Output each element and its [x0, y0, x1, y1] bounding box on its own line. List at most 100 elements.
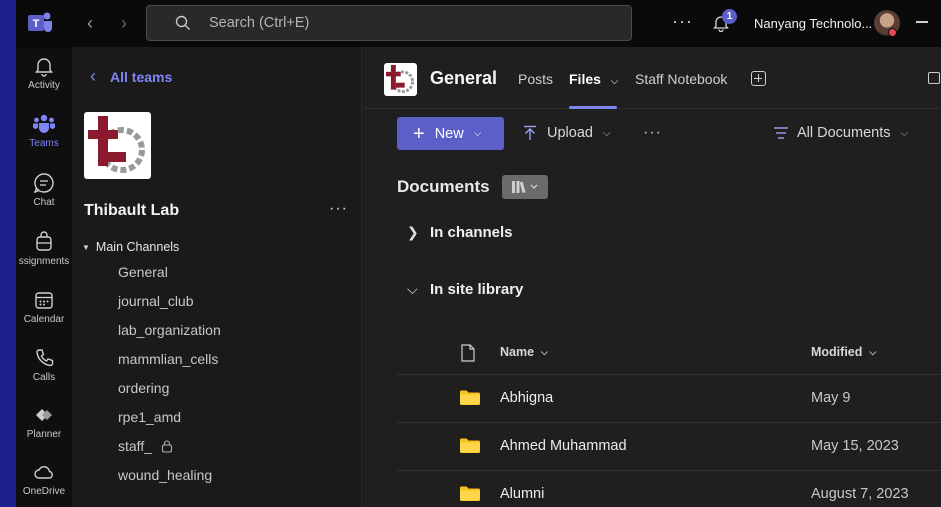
rail-label: Calls — [32, 372, 56, 383]
tab-files[interactable]: Files ⌵ — [569, 71, 618, 87]
file-name: Ahmed Muhammad — [500, 438, 627, 454]
toolbar-more-icon[interactable]: ··· — [643, 124, 662, 142]
rail-label: OneDrive — [22, 486, 66, 497]
view-selector-label: All Documents — [797, 125, 891, 141]
plus-icon: + — [413, 122, 425, 145]
rail-item-teams[interactable]: Teams — [16, 113, 72, 171]
channel-group-label: Main Channels — [95, 240, 180, 254]
search-input[interactable]: Search (Ctrl+E) — [146, 5, 632, 41]
view-selector[interactable]: All Documents ⌵ — [773, 125, 908, 141]
folder-icon — [460, 390, 480, 405]
channel-item-staff[interactable]: staff_ — [118, 438, 173, 454]
presence-status-icon — [888, 28, 897, 37]
channel-label: General — [118, 264, 168, 280]
library-icon — [512, 181, 538, 194]
chevron-down-icon: ⌵ — [602, 127, 611, 139]
all-teams-label: All teams — [110, 68, 173, 85]
section-label: In channels — [430, 224, 513, 241]
team-name[interactable]: Thibault Lab — [84, 202, 179, 220]
upload-icon — [524, 125, 536, 140]
rail-item-onedrive[interactable]: OneDrive — [16, 461, 72, 507]
channel-item-rpe1-amd[interactable]: rpe1_amd — [118, 409, 181, 425]
channel-label: staff_ — [118, 438, 152, 454]
channel-label: wound_healing — [118, 467, 213, 483]
upload-button-label: Upload — [547, 125, 593, 141]
tab-posts[interactable]: Posts — [518, 71, 553, 87]
rail-label: Chat — [33, 197, 55, 208]
upload-button[interactable]: Upload ⌵ — [523, 125, 611, 141]
rail-item-chat[interactable]: Chat — [16, 172, 72, 230]
phone-icon — [36, 349, 54, 367]
new-button-label: New — [434, 125, 464, 142]
file-name: Abhigna — [500, 390, 554, 406]
chevron-right-icon: ❯ — [407, 224, 419, 240]
add-tab-icon[interactable] — [751, 71, 766, 86]
search-placeholder: Search (Ctrl+E) — [209, 15, 310, 31]
channel-item-mammlian-cells[interactable]: mammlian_cells — [118, 351, 218, 367]
title-bar: T ‹ › Search (Ctrl+E) ··· 1 Nanyang Tech… — [16, 0, 941, 47]
org-name[interactable]: Nanyang Technolo... — [754, 16, 872, 31]
column-label: Name — [500, 345, 535, 359]
calendar-icon — [35, 292, 53, 309]
search-icon — [175, 15, 190, 30]
channel-item-wound-healing[interactable]: wound_healing — [118, 467, 212, 483]
rail-item-calls[interactable]: Calls — [16, 347, 72, 405]
chevron-down-icon: ⌵ — [610, 76, 619, 87]
channel-label: lab_organization — [118, 322, 221, 338]
table-row[interactable]: Abhigna May 9 — [397, 375, 941, 422]
file-modified: August 7, 2023 — [811, 486, 909, 502]
meet-icon[interactable] — [928, 72, 940, 84]
rail-item-assignments[interactable]: ssignments — [16, 231, 72, 289]
rail-item-planner[interactable]: Planner — [16, 404, 72, 462]
channel-item-general[interactable]: General — [118, 264, 168, 280]
rail-item-calendar[interactable]: Calendar — [16, 289, 72, 347]
channel-group-header[interactable]: ▼ Main Channels — [82, 240, 179, 254]
rail-label: ssignments — [18, 256, 70, 267]
chevron-down-icon: ⌵ — [900, 127, 909, 139]
channel-item-journal-club[interactable]: journal_club — [118, 293, 194, 309]
rail-label: Calendar — [23, 314, 65, 325]
file-type-icon — [461, 344, 475, 362]
rail-item-activity[interactable]: Activity — [16, 55, 72, 113]
teams-icon — [33, 114, 55, 133]
channel-label: journal_club — [118, 293, 194, 309]
library-switcher[interactable] — [502, 175, 548, 199]
forward-arrow-icon[interactable]: › — [114, 13, 134, 33]
channel-item-ordering[interactable]: ordering — [118, 380, 169, 396]
active-tab-indicator — [569, 106, 617, 109]
planner-icon — [36, 409, 52, 421]
list-view-icon — [774, 127, 788, 139]
file-name: Alumni — [500, 486, 545, 502]
minimize-icon[interactable] — [916, 21, 928, 23]
folder-icon — [460, 486, 480, 501]
column-header-modified[interactable]: Modified ⌵ — [811, 345, 876, 359]
files-toolbar: + New ⌵ Upload ⌵ ··· All Documents ⌵ — [363, 117, 941, 153]
table-row[interactable]: Alumni August 7, 2023 — [397, 471, 941, 507]
team-more-options-icon[interactable]: ··· — [329, 200, 348, 218]
team-logo — [84, 112, 151, 179]
app-rail: Activity Teams Chat ssignments Calendar … — [16, 47, 72, 507]
section-in-channels[interactable]: ❯ In channels — [407, 224, 513, 241]
channel-label: ordering — [118, 380, 170, 396]
more-options-icon[interactable]: ··· — [672, 11, 693, 32]
teams-logo-icon: T — [28, 12, 52, 32]
section-in-site-library[interactable]: ⌵ In site library — [407, 281, 523, 298]
column-header-name[interactable]: Name ⌵ — [500, 345, 548, 359]
back-arrow-icon[interactable]: ‹ — [80, 13, 100, 33]
tab-staff-notebook[interactable]: Staff Notebook — [635, 71, 727, 87]
notification-badge: 1 — [722, 9, 737, 24]
documents-title: Documents — [397, 177, 490, 196]
channel-logo — [384, 63, 417, 96]
cloud-icon — [34, 466, 53, 479]
file-modified: May 9 — [811, 390, 851, 406]
new-button[interactable]: + New ⌵ — [397, 117, 504, 150]
bell-icon — [34, 58, 54, 77]
table-row[interactable]: Ahmed Muhammad May 15, 2023 — [397, 423, 941, 470]
section-label: In site library — [430, 281, 524, 298]
main-content: General Posts Files ⌵ Staff Notebook + N… — [363, 47, 941, 507]
chevron-left-icon: ‹ — [90, 66, 96, 86]
all-teams-link[interactable]: ‹ All teams — [90, 66, 172, 87]
private-channel-icon — [161, 439, 173, 453]
channel-title: General — [430, 68, 498, 88]
channel-item-lab-organization[interactable]: lab_organization — [118, 322, 221, 338]
